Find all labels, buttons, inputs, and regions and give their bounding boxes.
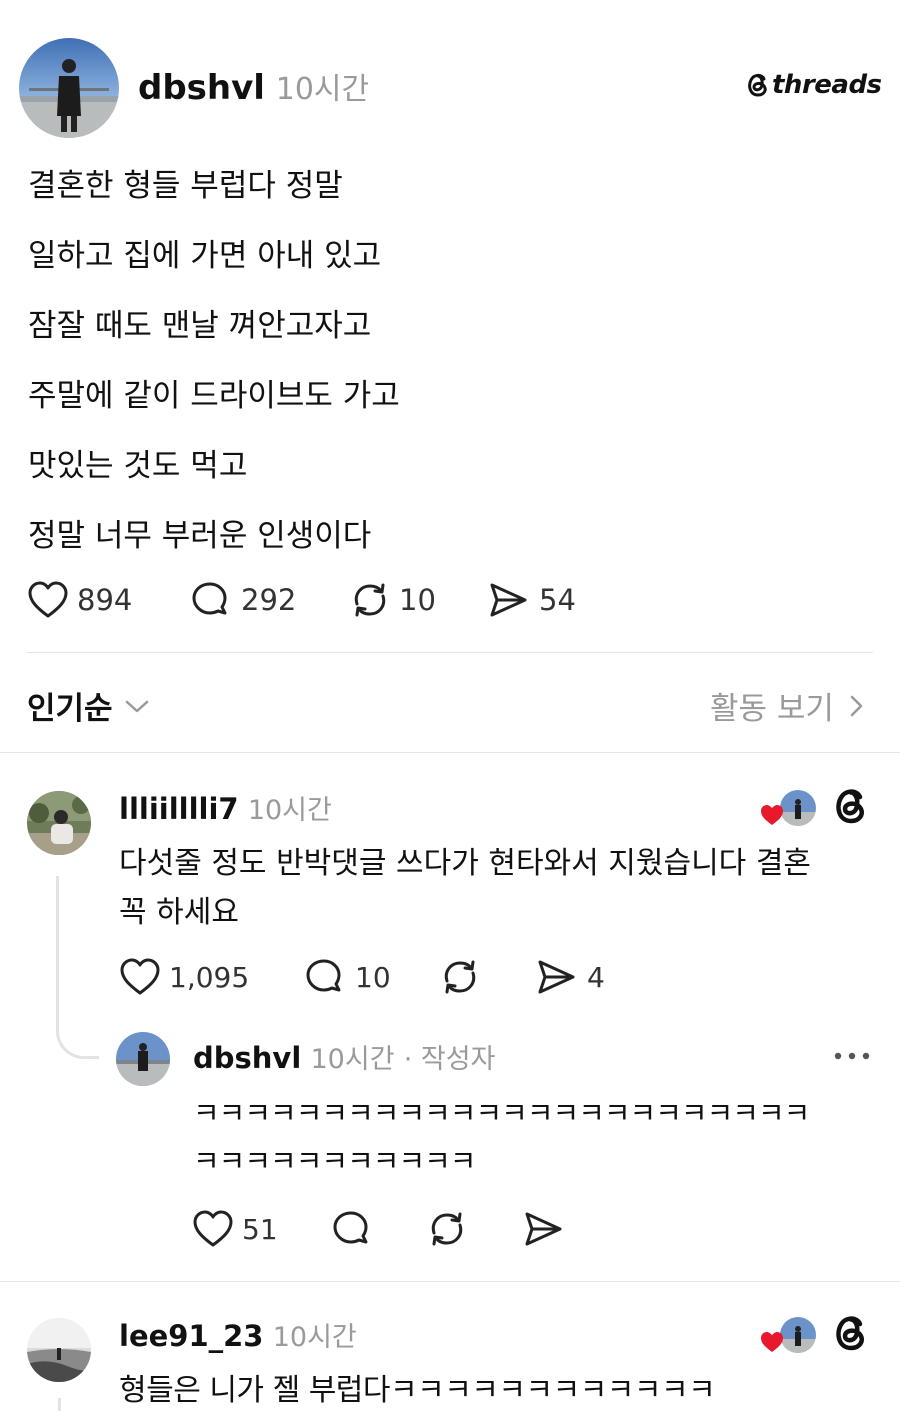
reply-username[interactable]: dbshvl bbox=[193, 1041, 301, 1075]
reply-count: 292 bbox=[241, 583, 297, 617]
like-button[interactable]: 894 bbox=[27, 580, 189, 620]
comment-avatar[interactable] bbox=[27, 791, 91, 855]
post-line: 잠잘 때도 맨날 껴안고자고 bbox=[28, 308, 372, 344]
reply-time: 10시간 bbox=[310, 1044, 395, 1075]
share-count: 4 bbox=[587, 960, 605, 994]
thread-connector bbox=[58, 1398, 61, 1411]
threads-brand-text: threads bbox=[772, 70, 882, 100]
repost-button[interactable]: 10 bbox=[349, 580, 487, 620]
share-button[interactable]: 54 bbox=[487, 580, 576, 620]
share-count: 54 bbox=[539, 583, 576, 617]
more-dots-icon bbox=[834, 1052, 870, 1060]
post-line: 일하고 집에 가면 아내 있고 bbox=[28, 238, 382, 274]
chevron-down-icon bbox=[125, 700, 148, 712]
more-options-button[interactable] bbox=[832, 1046, 872, 1070]
comment-text: 다섯줄 정도 반박댓글 쓰다가 현타와서 지웠습니다 결혼 bbox=[119, 846, 812, 881]
divider bbox=[0, 752, 900, 753]
heart-icon bbox=[193, 1210, 233, 1247]
threads-icon bbox=[748, 73, 767, 97]
reply-count: 10 bbox=[355, 960, 391, 994]
repost-icon bbox=[354, 583, 386, 617]
reply-actions: 51 bbox=[192, 1209, 564, 1249]
comment-username[interactable]: lee91_23 bbox=[119, 1319, 264, 1353]
reply-button[interactable] bbox=[330, 1209, 426, 1249]
activity-label: 활동 보기 bbox=[710, 691, 834, 727]
comment-icon bbox=[192, 582, 227, 615]
comment-time: 10시간 bbox=[247, 795, 332, 826]
post-time: 10시간 bbox=[275, 72, 370, 107]
post-username[interactable]: dbshvl bbox=[138, 68, 265, 108]
sort-dropdown[interactable]: 인기순 bbox=[27, 683, 151, 728]
share-button[interactable]: 4 bbox=[535, 957, 605, 997]
like-count: 894 bbox=[77, 583, 133, 617]
heart-icon bbox=[120, 958, 160, 995]
comment-time: 10시간 bbox=[272, 1322, 357, 1353]
repost-count: 10 bbox=[399, 583, 436, 617]
author-mini-avatar bbox=[778, 788, 818, 828]
activity-link[interactable]: 활동 보기 bbox=[710, 683, 866, 728]
comment-text: 꼭 하세요 bbox=[119, 895, 239, 930]
reply-text: ㅋㅋㅋㅋㅋㅋㅋㅋㅋㅋㅋ bbox=[193, 1144, 476, 1178]
thread-connector bbox=[56, 876, 99, 1059]
author-mini-avatar bbox=[778, 1315, 818, 1355]
author-tag: · 작성자 bbox=[403, 1044, 496, 1075]
reply-button[interactable]: 10 bbox=[303, 957, 439, 997]
author-liked-badge bbox=[760, 1315, 818, 1355]
comment-username[interactable]: llliilllli7 bbox=[119, 792, 239, 826]
post-line: 정말 너무 부러운 인생이다 bbox=[28, 518, 372, 554]
repost-button[interactable] bbox=[439, 957, 535, 997]
comment-icon bbox=[306, 959, 341, 992]
send-icon bbox=[538, 960, 575, 994]
reply-text: ㅋㅋㅋㅋㅋㅋㅋㅋㅋㅋㅋㅋㅋㅋㅋㅋㅋㅋㅋㅋㅋㅋㅋㅋ bbox=[193, 1096, 810, 1130]
post-line: 맛있는 것도 먹고 bbox=[28, 448, 248, 484]
reply-button[interactable]: 292 bbox=[189, 580, 349, 620]
repost-icon bbox=[431, 1212, 463, 1246]
heart-filled-icon bbox=[761, 805, 783, 825]
send-icon bbox=[490, 583, 527, 617]
like-count: 51 bbox=[242, 1212, 278, 1246]
comment-actions: 1,095 10 4 bbox=[119, 957, 605, 997]
threads-icon bbox=[836, 789, 864, 824]
post-line: 결혼한 형들 부럽다 정말 bbox=[28, 168, 343, 204]
repost-button[interactable] bbox=[426, 1209, 522, 1249]
post-actions: 894 292 10 54 bbox=[27, 580, 576, 620]
share-button[interactable] bbox=[522, 1209, 564, 1249]
comment-text: 형들은 니가 젤 부럽다ㅋㅋㅋㅋㅋㅋㅋㅋㅋㅋㅋㅋ bbox=[119, 1373, 716, 1408]
sort-label: 인기순 bbox=[27, 691, 113, 727]
like-button[interactable]: 51 bbox=[192, 1209, 330, 1249]
chevron-right-icon bbox=[850, 695, 863, 716]
post-avatar[interactable] bbox=[19, 38, 119, 138]
comment-icon bbox=[333, 1211, 368, 1244]
heart-icon bbox=[28, 581, 68, 618]
heart-filled-icon bbox=[761, 1332, 783, 1352]
author-liked-badge bbox=[760, 788, 818, 828]
like-count: 1,095 bbox=[169, 960, 250, 994]
threads-logo: threads bbox=[746, 70, 882, 100]
post-line: 주말에 같이 드라이브도 가고 bbox=[28, 378, 400, 414]
comment-avatar[interactable] bbox=[27, 1318, 91, 1382]
reply-avatar[interactable] bbox=[116, 1032, 170, 1086]
send-icon bbox=[525, 1212, 562, 1246]
repost-icon bbox=[444, 960, 476, 994]
divider bbox=[27, 652, 873, 653]
divider bbox=[0, 1281, 900, 1282]
like-button[interactable]: 1,095 bbox=[119, 957, 303, 997]
threads-icon bbox=[836, 1316, 864, 1351]
